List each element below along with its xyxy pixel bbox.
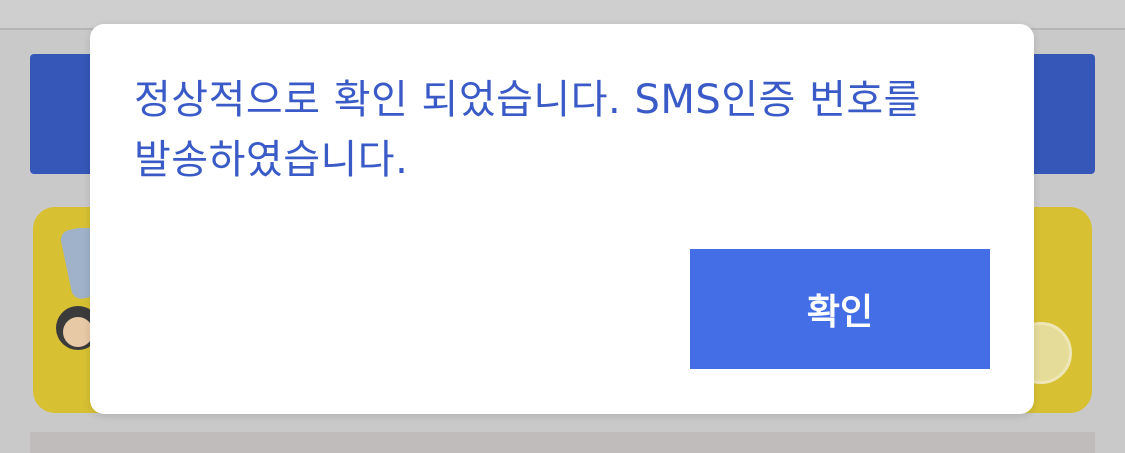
confirm-button[interactable]: 확인	[690, 249, 990, 369]
screen: 정상적으로 확인 되었습니다. SMS인증 번호를 발송하였습니다. 확인	[0, 0, 1125, 453]
alert-dialog: 정상적으로 확인 되었습니다. SMS인증 번호를 발송하였습니다. 확인	[90, 24, 1034, 414]
background-bottom-strip	[30, 432, 1095, 453]
dialog-message: 정상적으로 확인 되었습니다. SMS인증 번호를 발송하였습니다.	[134, 77, 921, 183]
